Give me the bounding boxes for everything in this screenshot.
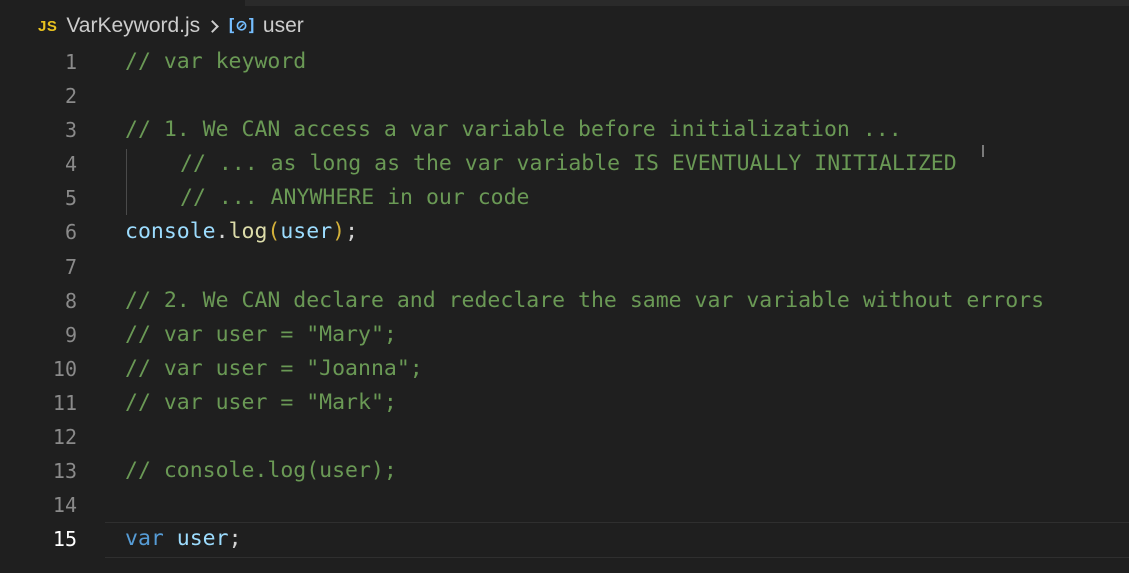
breadcrumb-symbol[interactable]: user bbox=[263, 14, 304, 38]
line-number: 1 bbox=[64, 50, 77, 74]
editor-tab-strip bbox=[245, 0, 1129, 6]
javascript-file-icon: JS bbox=[38, 17, 58, 35]
code-token-paren: ( bbox=[267, 219, 281, 245]
code-comment[interactable]: // 1. We CAN access a var variable befor… bbox=[125, 117, 902, 143]
code-token-punctuation: . bbox=[215, 219, 229, 245]
variable-symbol-icon: [⊘] bbox=[226, 16, 257, 36]
line-number: 9 bbox=[64, 322, 77, 347]
line-number: 4 bbox=[64, 152, 77, 177]
code-comment[interactable]: // ... as long as the var variable IS EV… bbox=[180, 151, 957, 177]
code-token-identifier: user bbox=[176, 526, 229, 552]
code-line[interactable]: 1 // var keyword bbox=[0, 45, 1129, 79]
code-line[interactable]: 7 bbox=[0, 250, 1129, 284]
code-lines[interactable]: 1 // var keyword 2 3 // 1. We CAN access… bbox=[0, 45, 1129, 559]
code-comment[interactable]: // console.log(user); bbox=[125, 458, 397, 484]
chevron-right-icon bbox=[208, 18, 218, 34]
code-comment[interactable]: // 2. We CAN declare and redeclare the s… bbox=[125, 288, 1044, 314]
code-token-paren: ) bbox=[332, 219, 346, 245]
line-number: 13 bbox=[52, 459, 77, 484]
code-line[interactable]: 12 bbox=[0, 420, 1129, 454]
code-comment[interactable]: // var user = "Joanna"; bbox=[125, 356, 423, 382]
code-token-keyword: var bbox=[125, 526, 164, 552]
code-line[interactable]: 9 // var user = "Mary"; bbox=[0, 318, 1129, 352]
line-number: 5 bbox=[64, 186, 77, 211]
code-comment[interactable]: // var user = "Mark"; bbox=[125, 390, 397, 416]
current-line-highlight bbox=[105, 522, 1129, 559]
code-comment[interactable]: // ... ANYWHERE in our code bbox=[180, 185, 530, 211]
code-comment[interactable]: // var keyword bbox=[125, 49, 306, 75]
line-number: 6 bbox=[64, 220, 77, 245]
breadcrumb: JS VarKeyword.js [⊘] user bbox=[38, 10, 304, 42]
code-token-identifier: console bbox=[125, 219, 216, 245]
code-line[interactable]: 8 // 2. We CAN declare and redeclare the… bbox=[0, 284, 1129, 318]
code-line[interactable]: 10 // var user = "Joanna"; bbox=[0, 352, 1129, 386]
line-number-active: 15 bbox=[52, 527, 77, 552]
code-line[interactable]: 3 // 1. We CAN access a var variable bef… bbox=[0, 113, 1129, 147]
code-line[interactable]: 14 bbox=[0, 488, 1129, 522]
code-line[interactable]: 13 // console.log(user); bbox=[0, 454, 1129, 488]
line-number: 3 bbox=[64, 118, 77, 143]
line-number: 12 bbox=[52, 425, 77, 450]
code-token-function: log bbox=[228, 219, 268, 245]
code-line-current[interactable]: 15 var user; bbox=[0, 522, 1129, 559]
line-number: 11 bbox=[52, 390, 77, 415]
code-statement[interactable]: console.log(user); bbox=[125, 219, 358, 245]
code-comment[interactable]: // var user = "Mary"; bbox=[125, 322, 397, 348]
line-number: 7 bbox=[64, 254, 77, 279]
breadcrumb-file[interactable]: VarKeyword.js bbox=[66, 14, 200, 38]
code-token-punctuation: ; bbox=[345, 219, 359, 245]
code-editor[interactable]: JS VarKeyword.js [⊘] user 1 // var keywo… bbox=[0, 0, 1129, 573]
code-token-identifier: user bbox=[280, 219, 333, 245]
code-statement[interactable]: var user; bbox=[125, 526, 242, 552]
code-line[interactable]: 2 bbox=[0, 79, 1129, 113]
code-line[interactable]: 5 // ... ANYWHERE in our code bbox=[0, 181, 1129, 215]
code-token-punctuation: ; bbox=[228, 526, 242, 552]
line-number: 14 bbox=[52, 493, 77, 518]
line-number: 8 bbox=[64, 288, 77, 313]
line-number: 10 bbox=[52, 356, 77, 381]
code-line[interactable]: 4 // ... as long as the var variable IS … bbox=[0, 147, 1129, 181]
code-line[interactable]: 11 // var user = "Mark"; bbox=[0, 386, 1129, 420]
line-number: 2 bbox=[64, 84, 77, 109]
code-line[interactable]: 6 console.log(user); bbox=[0, 215, 1129, 249]
